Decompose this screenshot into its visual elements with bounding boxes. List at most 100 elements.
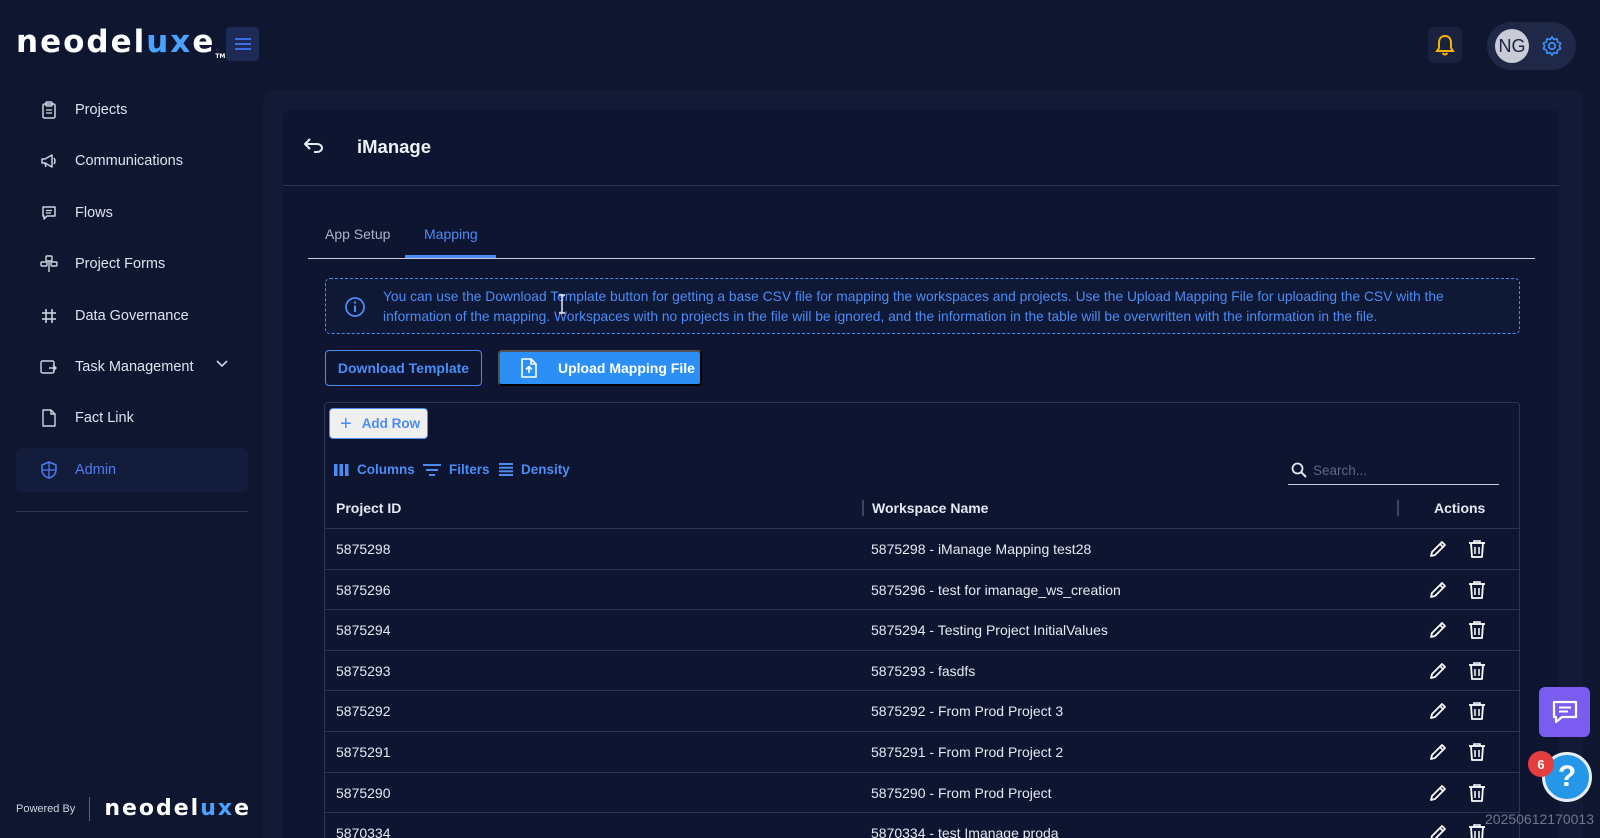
back-arrow-icon[interactable] — [303, 136, 325, 154]
sidebar-item-data-governance[interactable]: Data Governance — [16, 294, 248, 338]
edit-icon[interactable] — [1428, 823, 1448, 838]
sidebar-item-fact-link[interactable]: Fact Link — [16, 396, 248, 440]
cell-workspace-name: 5875294 - Testing Project InitialValues — [871, 622, 1108, 639]
cell-project-id: 5875290 — [336, 784, 391, 801]
sidebar-item-admin[interactable]: Admin — [16, 447, 248, 492]
trash-icon[interactable] — [1468, 539, 1486, 564]
column-header-project-id[interactable]: Project ID — [336, 500, 401, 516]
sidebar-item-communications[interactable]: Communications — [16, 139, 248, 183]
chat-button[interactable] — [1539, 687, 1590, 737]
table-row[interactable]: 5875296 5875296 - test for imanage_ws_cre… — [325, 570, 1519, 611]
gear-icon[interactable] — [1541, 35, 1563, 57]
hamburger-icon — [234, 38, 251, 50]
trash-icon[interactable] — [1468, 701, 1486, 726]
notifications-button[interactable] — [1428, 27, 1462, 63]
trash-icon[interactable] — [1468, 620, 1486, 645]
bell-icon — [1435, 34, 1455, 56]
filter-icon — [423, 463, 441, 477]
upload-mapping-file-button[interactable]: Upload Mapping File — [498, 350, 702, 386]
edit-icon[interactable] — [1428, 539, 1448, 564]
powered-by-label: Powered By — [16, 802, 76, 815]
cell-project-id: 5875294 — [336, 622, 391, 639]
header-divider — [283, 185, 1559, 186]
text-cursor-icon — [559, 294, 565, 314]
edit-icon[interactable] — [1428, 580, 1448, 605]
filters-button[interactable]: Filters — [423, 462, 490, 477]
task-icon — [40, 358, 58, 376]
column-header-workspace-name[interactable]: Workspace Name — [872, 500, 988, 516]
sidebar-item-flows[interactable]: Flows — [16, 191, 248, 235]
forms-icon — [40, 255, 58, 273]
edit-icon[interactable] — [1428, 701, 1448, 726]
user-menu[interactable]: NG — [1487, 22, 1576, 70]
cell-workspace-name: 5875291 - From Prod Project 2 — [871, 744, 1064, 760]
tab-mapping[interactable]: Mapping — [424, 226, 478, 242]
chat-icon — [40, 204, 58, 222]
table-row[interactable]: 5875292 5875292 - From Prod Project 3 — [325, 691, 1519, 732]
info-text: You can use the Download Template button… — [383, 289, 1444, 324]
cell-project-id: 5875293 — [336, 662, 391, 679]
sidebar-item-task-management[interactable]: Task Management — [16, 345, 248, 389]
column-header-actions: Actions — [1434, 500, 1486, 516]
cell-workspace-name: 5875293 - fasdfs — [871, 662, 976, 679]
brand-logo: neodeluxeTM — [16, 24, 226, 60]
sidebar-item-label: Task Management — [75, 358, 194, 375]
chat-icon — [1552, 700, 1577, 724]
table-row[interactable]: 5875293 5875293 - fasdfs — [325, 651, 1519, 692]
sidebar-item-label: Project Forms — [75, 256, 166, 273]
add-row-button[interactable]: + Add Row — [329, 408, 428, 439]
cell-project-id: 5870334 — [336, 825, 391, 838]
trash-icon[interactable] — [1468, 661, 1486, 686]
sidebar-item-label: Projects — [75, 102, 128, 118]
table-row[interactable]: 5875291 5875291 - From Prod Project 2 — [325, 732, 1519, 773]
density-button[interactable]: Density — [499, 462, 570, 477]
trash-icon[interactable] — [1468, 580, 1486, 605]
cell-project-id: 5875296 — [336, 581, 391, 598]
tab-app-setup[interactable]: App Setup — [325, 226, 390, 242]
clipboard-icon — [40, 101, 58, 119]
search-input[interactable] — [1313, 462, 1483, 478]
menu-toggle-button[interactable] — [226, 27, 259, 61]
table-row[interactable]: 5875290 5875290 - From Prod Project — [325, 773, 1519, 814]
trash-icon[interactable] — [1468, 823, 1486, 838]
column-separator[interactable] — [1397, 500, 1399, 516]
density-icon — [499, 463, 513, 476]
sidebar-item-projects[interactable]: Projects — [16, 88, 248, 132]
sidebar-item-project-forms[interactable]: Project Forms — [16, 242, 248, 286]
info-alert: You can use the Download Template button… — [325, 278, 1520, 334]
download-template-button[interactable]: Download Template — [325, 350, 482, 386]
cell-project-id: 5875298 — [336, 541, 391, 557]
timestamp-watermark: 20250612170013 — [1485, 811, 1595, 827]
trash-icon[interactable] — [1468, 783, 1486, 808]
avatar[interactable]: NG — [1495, 29, 1529, 63]
filters-label: Filters — [449, 462, 490, 477]
chevron-down-icon[interactable] — [216, 360, 228, 368]
document-icon — [40, 409, 58, 428]
column-separator[interactable] — [862, 500, 864, 516]
sidebar-item-label: Fact Link — [75, 410, 134, 427]
tabs-baseline — [308, 258, 1535, 259]
edit-icon[interactable] — [1428, 742, 1448, 767]
cell-project-id: 5875292 — [336, 703, 391, 720]
table-row[interactable]: 5875298 5875298 - iManage Mapping test28 — [325, 529, 1519, 570]
trash-icon[interactable] — [1468, 742, 1486, 767]
sidebar: Projects Communications Flows Project Fo… — [16, 88, 248, 499]
file-upload-icon — [520, 358, 538, 378]
sidebar-item-label: Admin — [75, 461, 117, 478]
edit-icon[interactable] — [1428, 620, 1448, 645]
table-row[interactable]: 5870334 5870334 - test Imanage proda — [325, 813, 1519, 838]
sidebar-item-label: Flows — [75, 204, 113, 221]
edit-icon[interactable] — [1428, 783, 1448, 808]
add-row-label: Add Row — [361, 416, 421, 431]
plus-icon: + — [340, 412, 352, 435]
columns-label: Columns — [357, 462, 415, 477]
sidebar-item-label: Data Governance — [75, 307, 189, 324]
cell-workspace-name: 5875290 - From Prod Project — [871, 784, 1052, 801]
columns-button[interactable]: Columns — [334, 462, 415, 477]
sidebar-item-label: Communications — [75, 153, 183, 170]
table-row[interactable]: 5875294 5875294 - Testing Project Initial… — [325, 610, 1519, 651]
info-icon — [345, 297, 365, 317]
cell-workspace-name: 5870334 - test Imanage proda — [871, 825, 1059, 838]
edit-icon[interactable] — [1428, 661, 1448, 686]
cell-workspace-name: 5875296 - test for imanage_ws_creation — [871, 581, 1121, 598]
